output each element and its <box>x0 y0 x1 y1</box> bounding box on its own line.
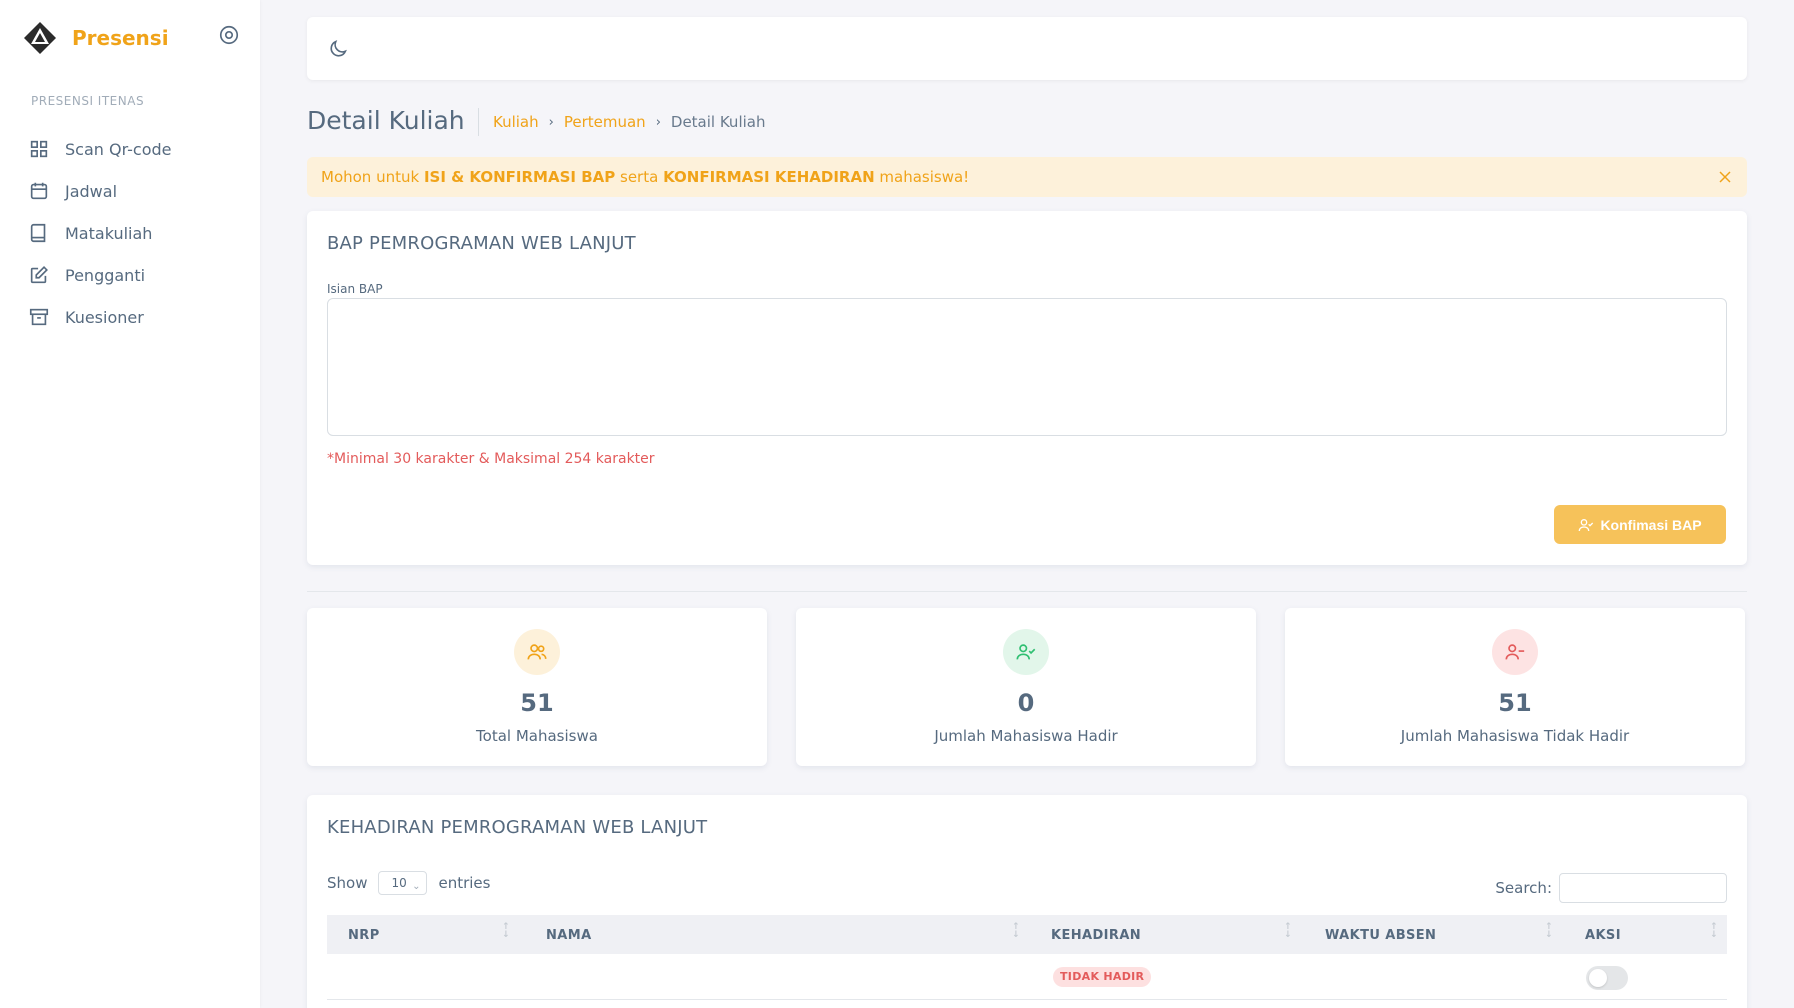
top-navbar <box>307 17 1747 80</box>
entries-label: entries <box>438 874 491 892</box>
search-label: Search: <box>1495 879 1552 897</box>
section-divider <box>307 591 1747 592</box>
sidebar-toggle-icon[interactable] <box>218 24 240 46</box>
moon-icon[interactable] <box>327 38 349 60</box>
user-minus-icon <box>1505 644 1525 660</box>
sort-icon: ↑ ↓ <box>502 922 510 940</box>
stat-card-hadir: 0 Jumlah Mahasiswa Hadir <box>796 608 1256 766</box>
edit-icon <box>30 266 48 284</box>
table-row: TIDAK HADIR <box>327 954 1727 1000</box>
bap-card: BAP PEMROGRAMAN WEB LANJUT Isian BAP *Mi… <box>307 211 1747 565</box>
sidebar-item-scan-qr-code[interactable]: Scan Qr-code <box>28 128 248 170</box>
sort-icon: ↑ ↓ <box>1545 922 1553 940</box>
stat-card-tidak-hadir: 51 Jumlah Mahasiswa Tidak Hadir <box>1285 608 1745 766</box>
breadcrumb-kuliah[interactable]: Kuliah <box>493 113 539 131</box>
stat-value: 51 <box>1498 689 1532 717</box>
attendance-card: KEHADIRAN PEMROGRAMAN WEB LANJUT Show 10… <box>307 795 1747 1008</box>
sort-icon: ↑ ↓ <box>1710 922 1718 940</box>
bap-textarea[interactable] <box>327 298 1727 436</box>
entries-value: 10 <box>391 876 407 890</box>
column-header-nama[interactable]: NAMA <box>546 928 592 943</box>
grid-icon <box>30 140 48 158</box>
attendance-toggle[interactable] <box>1586 966 1628 990</box>
close-icon[interactable] <box>1715 167 1735 187</box>
breadcrumb-current: Detail Kuliah <box>670 113 766 131</box>
column-header-kehadiran[interactable]: KEHADIRAN <box>1051 928 1141 943</box>
stat-label: Jumlah Mahasiswa Tidak Hadir <box>1400 727 1630 745</box>
menu-header: PRESENSI ITENAS <box>31 94 145 108</box>
users-icon <box>527 644 547 660</box>
stat-icon-wrap <box>514 629 560 675</box>
sidebar-item-jadwal[interactable]: Jadwal <box>28 170 248 212</box>
sidebar-item-label: Matakuliah <box>65 223 153 243</box>
sidebar-item-matakuliah[interactable]: Matakuliah <box>28 212 248 254</box>
stat-icon-wrap <box>1003 629 1049 675</box>
entries-length: Show 10 ⌄ entries <box>327 871 490 895</box>
alert-text: Mohon untuk ISI & KONFIRMASI BAP serta K… <box>321 168 970 186</box>
attendance-card-title: KEHADIRAN PEMROGRAMAN WEB LANJUT <box>327 817 708 838</box>
chevron-right-icon: › <box>548 114 554 130</box>
toggle-knob <box>1589 969 1607 987</box>
table-search: Search: <box>1495 873 1727 903</box>
sidebar-item-label: Kuesioner <box>65 307 144 327</box>
book-icon <box>30 223 46 243</box>
sort-icon: ↑ ↓ <box>1284 922 1292 940</box>
sort-icon: ↑ ↓ <box>1012 922 1020 940</box>
page-title: Detail Kuliah <box>307 106 465 135</box>
stat-label: Total Mahasiswa <box>476 727 598 745</box>
entries-select[interactable]: 10 ⌄ <box>378 871 428 895</box>
stat-card-total: 51 Total Mahasiswa <box>307 608 767 766</box>
column-header-waktu-absen[interactable]: WAKTU ABSEN <box>1325 928 1436 943</box>
logo-icon <box>24 22 56 54</box>
sidebar-item-kuesioner[interactable]: Kuesioner <box>28 296 248 338</box>
konfirmasi-bap-label: Konfimasi BAP <box>1600 516 1702 533</box>
stat-label: Jumlah Mahasiswa Hadir <box>934 727 1118 745</box>
column-header-nrp[interactable]: NRP <box>348 928 380 943</box>
konfirmasi-bap-button[interactable]: Konfimasi BAP <box>1554 505 1726 544</box>
sidebar: Presensi PRESENSI ITENAS Scan Qr-code Ja… <box>0 0 260 1008</box>
sidebar-menu: Scan Qr-code Jadwal Matakuliah Pengganti… <box>28 128 248 338</box>
show-label: Show <box>327 874 368 892</box>
sidebar-item-label: Pengganti <box>65 265 146 285</box>
bap-field-label: Isian BAP <box>327 282 383 296</box>
chevron-down-icon: ⌄ <box>412 881 421 892</box>
stat-icon-wrap <box>1492 629 1538 675</box>
search-input[interactable] <box>1559 873 1727 903</box>
breadcrumb: Kuliah › Pertemuan › Detail Kuliah <box>493 113 765 131</box>
column-header-aksi[interactable]: AKSI <box>1585 928 1621 943</box>
status-badge: TIDAK HADIR <box>1053 967 1152 987</box>
user-check-icon <box>1016 644 1036 660</box>
brand-name: Presensi <box>72 26 169 50</box>
breadcrumb-pertemuan[interactable]: Pertemuan <box>564 113 646 131</box>
sidebar-item-pengganti[interactable]: Pengganti <box>28 254 248 296</box>
archive-icon <box>29 308 49 326</box>
bap-validation-note: *Minimal 30 karakter & Maksimal 254 kara… <box>327 451 655 467</box>
user-check-icon <box>1579 518 1594 531</box>
sidebar-item-label: Scan Qr-code <box>65 139 172 159</box>
stat-value: 0 <box>1017 689 1035 717</box>
stat-value: 51 <box>520 689 554 717</box>
bap-card-title: BAP PEMROGRAMAN WEB LANJUT <box>327 233 636 254</box>
sidebar-item-label: Jadwal <box>65 181 118 201</box>
title-divider <box>478 108 479 136</box>
chevron-right-icon: › <box>655 114 661 130</box>
brand[interactable]: Presensi <box>22 20 169 56</box>
warning-alert: Mohon untuk ISI & KONFIRMASI BAP serta K… <box>307 157 1747 197</box>
table-header: NRP ↑ ↓ NAMA ↑ ↓ KEHADIRAN ↑ ↓ WAKTU ABSEN … <box>327 915 1727 954</box>
calendar-icon <box>30 182 48 200</box>
